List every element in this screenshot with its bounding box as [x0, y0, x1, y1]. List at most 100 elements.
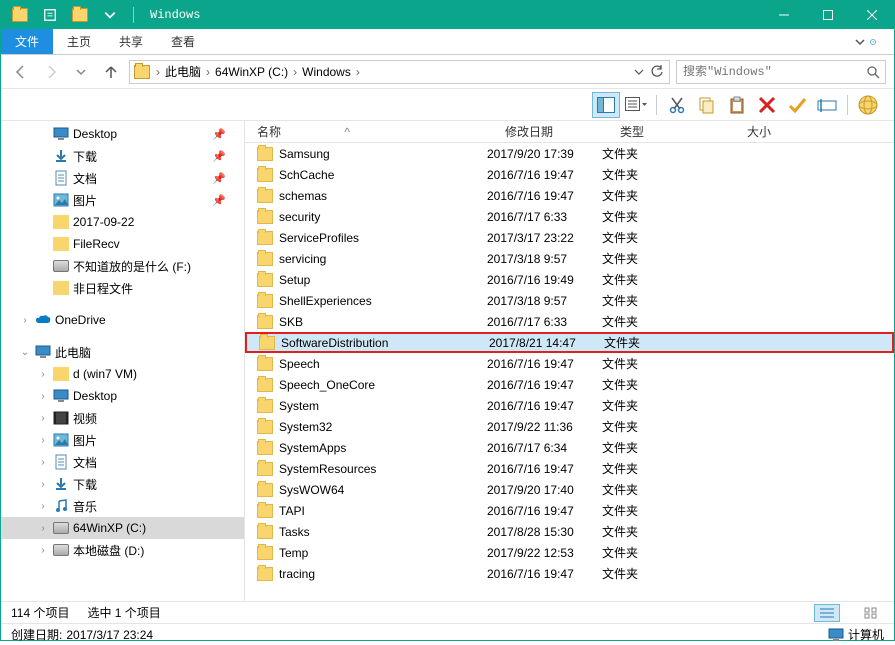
cut-icon[interactable] [663, 92, 691, 118]
file-list-body[interactable]: Samsung2017/9/20 17:39文件夹 SchCache 2016/7/… [245, 143, 894, 601]
file-row[interactable]: tracing2016/7/16 19:47文件夹 [245, 563, 894, 584]
tree-item[interactable]: 不知道放的是什么 (F:) [1, 255, 244, 277]
file-row[interactable]: SchCache2016/7/16 19:47文件夹 [245, 164, 894, 185]
pin-icon: 📌 [212, 172, 226, 185]
file-row[interactable]: System322017/9/22 11:36文件夹 [245, 416, 894, 437]
title-bar: Windows [1, 1, 894, 29]
tree-item[interactable]: FileRecv [1, 233, 244, 255]
file-row[interactable]: System2016/7/16 19:47文件夹 [245, 395, 894, 416]
navigation-tree[interactable]: Desktop📌下载📌文档📌图片📌2017-09-22FileRecv不知道放的… [1, 121, 245, 601]
details-view-button[interactable] [814, 604, 840, 622]
file-row[interactable]: security2016/7/17 6:33文件夹 [245, 206, 894, 227]
breadcrumb-folder[interactable]: Windows [299, 65, 354, 79]
tree-item[interactable]: ›本地磁盘 (D:) [1, 539, 244, 561]
file-row[interactable]: Speech_OneCore2016/7/16 19:47文件夹 [245, 374, 894, 395]
breadcrumb-arrow[interactable]: › [204, 65, 212, 79]
file-row[interactable]: Tasks2017/8/28 15:30文件夹 [245, 521, 894, 542]
file-date: 2016/7/16 19:47 [487, 168, 602, 182]
file-row[interactable]: servicing2017/3/18 9:57文件夹 [245, 248, 894, 269]
view-dropdown-icon[interactable] [622, 92, 650, 118]
tree-onedrive[interactable]: ›OneDrive [1, 309, 244, 331]
close-button[interactable] [850, 1, 894, 29]
file-row[interactable]: SKB2016/7/17 6:33文件夹 [245, 311, 894, 332]
rename-icon[interactable] [813, 92, 841, 118]
file-row[interactable]: Speech2016/7/16 19:47文件夹 [245, 353, 894, 374]
file-row[interactable]: SysWOW642017/9/20 17:40文件夹 [245, 479, 894, 500]
view-panes-icon[interactable] [592, 92, 620, 118]
tree-item[interactable]: Desktop📌 [1, 123, 244, 145]
breadcrumb-arrow[interactable]: › [354, 65, 362, 79]
pin-icon: 📌 [212, 150, 226, 163]
file-row[interactable]: ShellExperiences2017/3/18 9:57文件夹 [245, 290, 894, 311]
address-bar[interactable]: › 此电脑 › 64WinXP (C:) › Windows › [129, 60, 670, 84]
breadcrumb-arrow[interactable]: › [291, 65, 299, 79]
breadcrumb-arrow[interactable]: › [154, 65, 162, 79]
ribbon-expand-button[interactable] [850, 29, 870, 54]
tree-item[interactable]: ›d (win7 VM) [1, 363, 244, 385]
help-button[interactable]: ? [870, 29, 894, 54]
video-icon [53, 410, 69, 426]
tree-item[interactable]: ›图片 [1, 429, 244, 451]
tree-item[interactable]: 2017-09-22 [1, 211, 244, 233]
tree-item[interactable]: ›音乐 [1, 495, 244, 517]
tab-view[interactable]: 查看 [157, 29, 209, 54]
col-type[interactable]: 类型 [620, 123, 747, 140]
file-row[interactable]: SoftwareDistribution2017/8/21 14:47文件夹 [245, 332, 894, 353]
qat-dropdown-icon[interactable] [97, 5, 123, 25]
icons-view-button[interactable] [858, 604, 884, 622]
tree-item[interactable]: ›下载 [1, 473, 244, 495]
tree-thispc[interactable]: ⌄此电脑 [1, 341, 244, 363]
col-name[interactable]: 名称 ^ [257, 123, 505, 140]
address-dropdown-icon[interactable] [631, 62, 647, 82]
minimize-button[interactable] [762, 1, 806, 29]
file-row[interactable]: Temp2017/9/22 12:53文件夹 [245, 542, 894, 563]
tree-label: 下载 [73, 476, 97, 493]
file-row[interactable]: TAPI2016/7/16 19:47文件夹 [245, 500, 894, 521]
file-row[interactable]: ServiceProfiles2017/3/17 23:22文件夹 [245, 227, 894, 248]
search-icon[interactable] [861, 61, 885, 83]
breadcrumb-thispc[interactable]: 此电脑 [162, 63, 204, 80]
file-row[interactable]: SystemApps2016/7/17 6:34文件夹 [245, 437, 894, 458]
file-name: SchCache [279, 168, 334, 182]
folder-icon[interactable] [7, 5, 33, 25]
qat-properties-icon[interactable] [37, 5, 63, 25]
tab-share[interactable]: 共享 [105, 29, 157, 54]
copy-icon[interactable] [693, 92, 721, 118]
up-button[interactable] [99, 60, 123, 84]
maximize-button[interactable] [806, 1, 850, 29]
back-button[interactable] [9, 60, 33, 84]
col-size[interactable]: 大小 [747, 123, 807, 140]
file-row[interactable]: SystemResources2016/7/16 19:47文件夹 [245, 458, 894, 479]
file-date: 2016/7/16 19:47 [487, 378, 602, 392]
tree-label: 视频 [73, 410, 97, 427]
tab-home[interactable]: 主页 [53, 29, 105, 54]
forward-button[interactable] [39, 60, 63, 84]
tree-item[interactable]: ›文档 [1, 451, 244, 473]
search-input[interactable] [677, 65, 861, 79]
globe-icon[interactable] [854, 92, 882, 118]
tree-item[interactable]: 图片📌 [1, 189, 244, 211]
tree-item[interactable]: 文档📌 [1, 167, 244, 189]
delete-icon[interactable] [753, 92, 781, 118]
qat-newfolder-icon[interactable] [67, 5, 93, 25]
tab-file[interactable]: 文件 [1, 29, 53, 54]
tree-item[interactable]: ›Desktop [1, 385, 244, 407]
file-row[interactable]: schemas2016/7/16 19:47文件夹 [245, 185, 894, 206]
item-count: 114 个项目 [11, 604, 69, 621]
paste-icon[interactable] [723, 92, 751, 118]
details-bar: 创建日期: 2017/3/17 23:24 计算机 [1, 623, 894, 645]
check-icon[interactable] [783, 92, 811, 118]
recent-button[interactable] [69, 60, 93, 84]
search-box[interactable] [676, 60, 886, 84]
breadcrumb-drive[interactable]: 64WinXP (C:) [212, 65, 291, 79]
file-name: SoftwareDistribution [281, 336, 388, 350]
refresh-button[interactable] [649, 62, 665, 82]
col-date[interactable]: 修改日期 [505, 123, 620, 140]
file-date: 2016/7/16 19:47 [487, 399, 602, 413]
tree-item[interactable]: ›64WinXP (C:) [1, 517, 244, 539]
tree-item[interactable]: ›视频 [1, 407, 244, 429]
tree-item[interactable]: 非日程文件 [1, 277, 244, 299]
file-row[interactable]: Samsung2017/9/20 17:39文件夹 [245, 143, 894, 164]
file-row[interactable]: Setup2016/7/16 19:49文件夹 [245, 269, 894, 290]
tree-item[interactable]: 下载📌 [1, 145, 244, 167]
